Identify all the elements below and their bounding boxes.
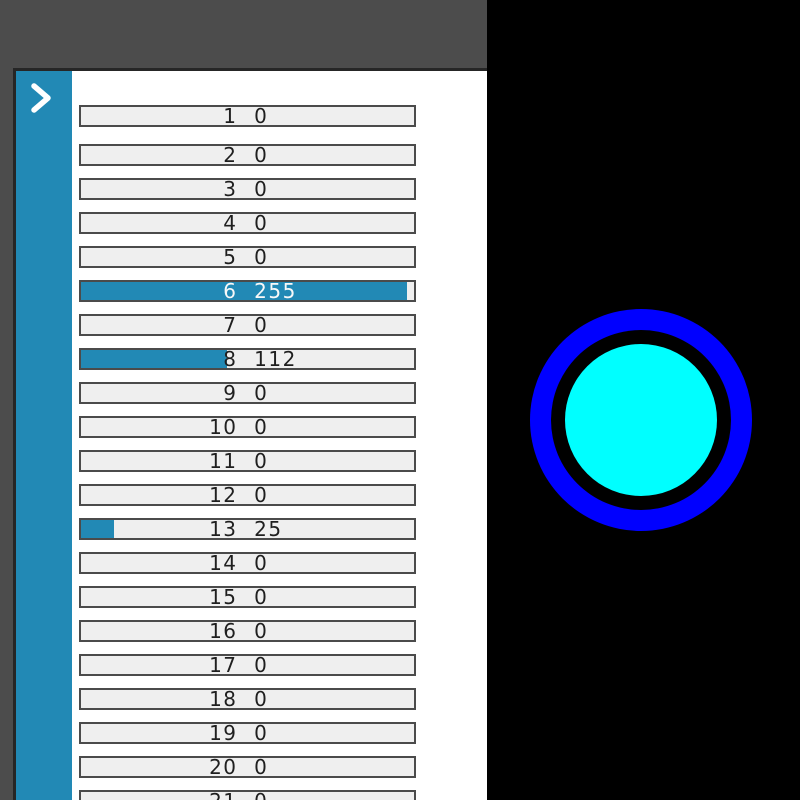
channel-bar-row[interactable]: 6 255 [79,280,416,302]
channel-bar-row[interactable]: 14 0 [79,552,416,574]
channel-value: 0 [254,654,269,676]
channel-bar-row[interactable]: 19 0 [79,722,416,744]
sensor-display-area [487,0,800,800]
channel-rows: 1 0 2 0 3 0 4 0 5 0 6 255 7 0 8 112 9 0 10 0 11 0 12 0 13 25 14 0 15… [79,105,416,800]
channel-value: 25 [254,518,283,540]
channel-number: 13 [209,518,238,540]
channel-number: 11 [209,450,238,472]
channel-value: 0 [254,382,269,404]
channel-value: 0 [254,722,269,744]
channel-bar-row[interactable]: 17 0 [79,654,416,676]
title-bar [0,0,487,68]
channel-bar-row[interactable]: 20 [79,144,416,166]
channel-bar-row[interactable]: 10 0 [79,416,416,438]
channel-bar-row[interactable]: 16 0 [79,620,416,642]
channel-number: 20 [209,756,238,778]
channel-bar-row[interactable]: 13 25 [79,518,416,540]
channel-value: 0 [254,792,268,800]
sensor-indicator-black-ring [551,330,731,510]
channel-value: 0 [254,450,269,472]
channel-number: 19 [209,722,238,744]
channel-bar-row[interactable]: 20 0 [79,756,416,778]
channel-fill-bar [81,520,114,538]
channel-bar-row[interactable]: 50 [79,246,416,268]
channel-number: 7 [223,314,238,336]
channel-value: 255 [254,280,297,302]
channel-value: 0 [254,314,269,336]
channel-number: 4 [223,212,238,234]
channel-value: 0 [254,756,269,778]
channel-number: 21 [209,792,237,800]
channel-number: 16 [209,620,238,642]
channel-value: 0 [254,688,269,710]
channel-bar-row[interactable]: 21 0 [79,790,416,800]
channel-value: 0 [254,416,269,438]
channel-value: 0 [254,246,269,268]
channel-number: 8 [223,348,238,370]
channel-bar-row[interactable]: 30 [79,178,416,200]
sensor-indicator-core [565,344,717,496]
channel-number: 2 [223,144,238,166]
sensor-indicator-outer-ring [530,309,752,531]
channel-number: 1 [223,105,238,127]
channel-number: 3 [223,178,238,200]
channel-bar-row[interactable]: 90 [79,382,416,404]
channel-bar-row[interactable]: 18 0 [79,688,416,710]
channel-value: 0 [254,552,269,574]
channel-fill-bar [81,282,408,300]
channel-number: 6 [223,280,238,302]
channel-number: 10 [209,416,238,438]
channel-fill-bar [81,350,228,368]
channel-number: 12 [209,484,238,506]
channel-bar-row[interactable]: 70 [79,314,416,336]
sidebar [16,71,72,800]
channel-bar-row[interactable]: 11 0 [79,450,416,472]
channel-number: 15 [209,586,238,608]
channel-bar-row[interactable]: 10 [79,105,416,127]
sidebar-expand-button[interactable] [27,83,55,113]
channel-bar-row[interactable]: 12 0 [79,484,416,506]
channel-value: 0 [254,144,269,166]
channel-value: 0 [254,484,269,506]
window-left-edge [0,68,13,800]
channel-value: 0 [254,105,269,127]
channel-number: 14 [209,552,238,574]
channel-bar-row[interactable]: 8 112 [79,348,416,370]
channel-bar-row[interactable]: 15 0 [79,586,416,608]
channel-number: 17 [209,654,238,676]
channel-value: 0 [254,586,269,608]
chevron-right-icon [31,83,51,113]
channel-value: 112 [254,348,297,370]
channel-bar-row[interactable]: 40 [79,212,416,234]
channel-value: 0 [254,620,269,642]
channel-number: 9 [223,382,238,404]
channel-value: 0 [254,212,269,234]
channel-number: 5 [223,246,238,268]
channel-number: 18 [209,688,238,710]
channel-value: 0 [254,178,269,200]
